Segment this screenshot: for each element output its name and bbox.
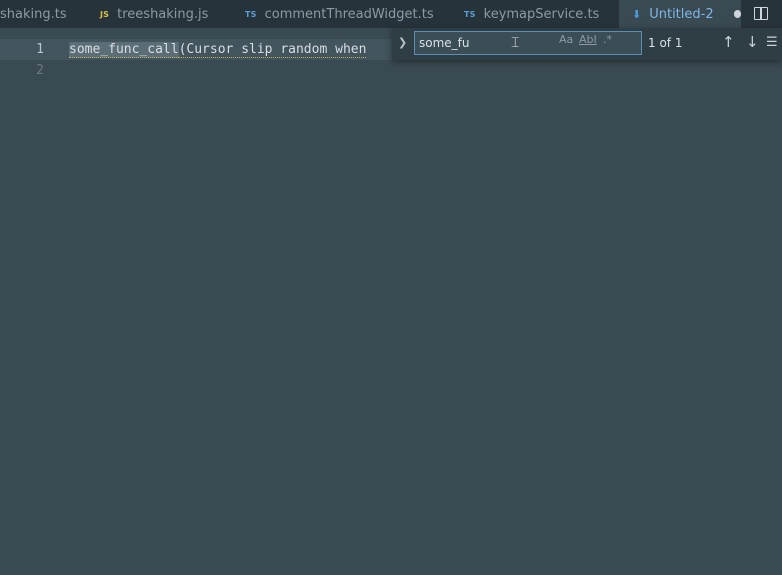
find-match-highlight: some_func_call [69, 42, 179, 58]
tab-treeshaking-js[interactable]: JS treeshaking.js [100, 0, 208, 28]
previous-match-icon[interactable]: ↑ [722, 33, 735, 51]
find-input[interactable] [415, 32, 575, 54]
text-cursor-icon: ⌶ [511, 35, 520, 51]
tab-label: keymapService.ts [483, 6, 600, 22]
tab-label: shaking.ts [0, 6, 67, 22]
tab-comment-thread-widget-ts[interactable]: TS commentThreadWidget.ts [245, 0, 434, 28]
regex-icon[interactable]: .* [603, 33, 612, 46]
line-number: 1 [36, 42, 44, 57]
chevron-right-icon[interactable]: ❯ [398, 36, 407, 49]
tab-bar: shaking.ts JS treeshaking.js TS commentT… [0, 0, 782, 28]
editor[interactable]: 1 2 some_func_call(Cursor slip random wh… [0, 28, 782, 575]
unsaved-dot-icon[interactable] [733, 10, 741, 18]
match-case-icon[interactable]: Aa [559, 33, 573, 46]
tab-untitled-2[interactable]: ⬇ Untitled-2 [619, 0, 741, 28]
js-file-icon: JS [100, 9, 110, 19]
tab-keymap-service-ts[interactable]: TS keymapService.ts [464, 0, 599, 28]
tab-label: Untitled-2 [649, 6, 714, 22]
line-number: 2 [36, 63, 44, 78]
ts-file-icon: TS [464, 9, 476, 19]
whole-word-icon[interactable]: AbI [579, 33, 597, 46]
match-count: 1 of 1 [648, 36, 683, 50]
next-match-icon[interactable]: ↓ [746, 33, 759, 51]
code-line[interactable]: some_func_call(Cursor slip random when [69, 39, 367, 60]
download-file-icon: ⬇ [632, 7, 642, 21]
split-editor-icon[interactable] [754, 7, 768, 20]
ts-file-icon: TS [245, 9, 257, 19]
tab-label: commentThreadWidget.ts [264, 6, 434, 22]
tab-shaking-ts[interactable]: shaking.ts [0, 0, 67, 28]
tab-label: treeshaking.js [117, 6, 209, 22]
code-text: (Cursor slip random when [178, 42, 367, 58]
find-widget: ❯ ⌶ Aa AbI .* 1 of 1 ↑ ↓ ☰ [392, 28, 782, 60]
find-in-selection-icon[interactable]: ☰ [766, 35, 778, 50]
